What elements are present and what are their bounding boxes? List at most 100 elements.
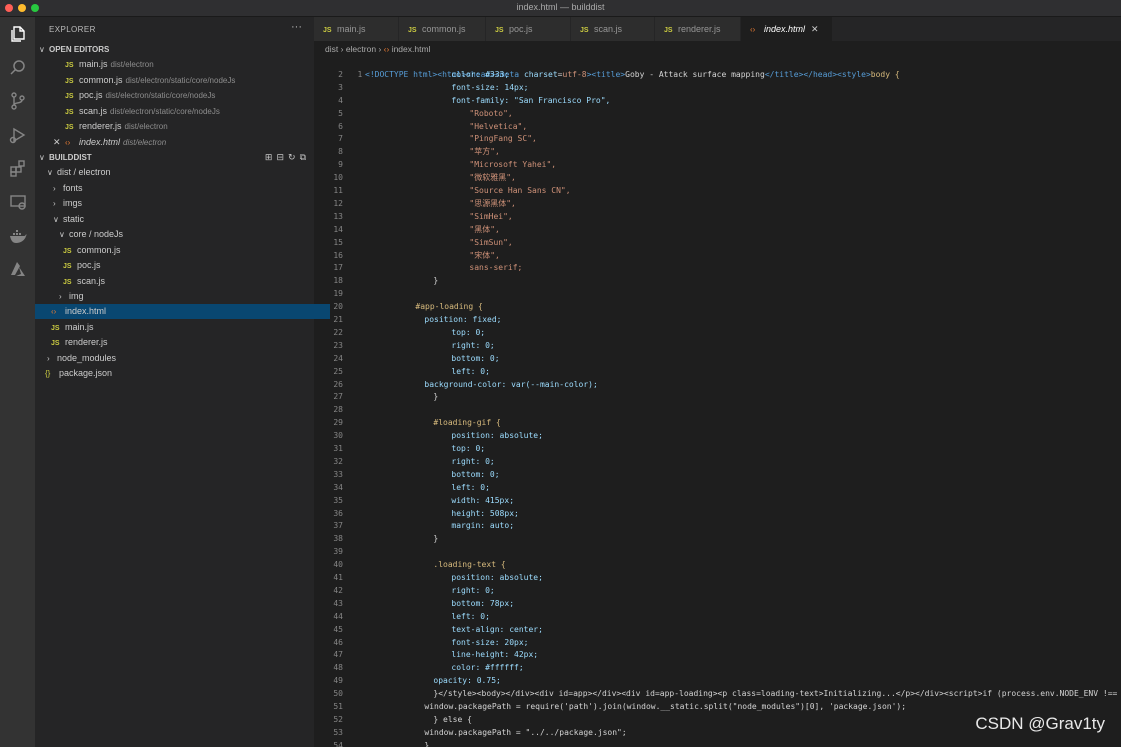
chevron-right-icon: › — [53, 184, 56, 193]
html-file-icon: ‹› — [383, 44, 390, 54]
js-file-icon: JS — [408, 27, 417, 34]
breadcrumb-item[interactable]: electron — [346, 44, 376, 54]
code-line: 43 bottom: 78px; — [333, 598, 515, 608]
tree-folder[interactable]: ∨ dist / electron — [35, 165, 326, 180]
chevron-down-icon: ∨ — [47, 168, 53, 177]
code-line: 37 margin: auto; — [333, 521, 515, 531]
chevron-right-icon: › — [47, 354, 50, 363]
code-line: 36 height: 508px; — [333, 508, 519, 518]
explorer-actions: ⊞⊟↻⧉ — [265, 150, 310, 165]
tab-poc-js[interactable]: JS poc.js — [486, 17, 571, 41]
js-file-icon: JS — [63, 248, 72, 255]
open-editor-item[interactable]: JS common.js dist/electron/static/core/nod… — [35, 73, 344, 88]
tab-scan-js[interactable]: JS scan.js — [571, 17, 655, 41]
code-line: 10 "微软雅黑", — [333, 173, 516, 183]
code-line: 14 "黑体", — [333, 224, 500, 234]
code-editor[interactable]: 1 <!DOCTYPE html><html><head><meta charse… — [314, 56, 1121, 747]
open-editor-item[interactable]: JS renderer.js dist/electron — [35, 119, 344, 134]
tree-folder[interactable]: › node_modules — [35, 351, 326, 366]
tree-folder[interactable]: ∨ core / nodeJs — [35, 227, 338, 242]
project-header[interactable]: ∨ BUILDDIST ⊞⊟↻⧉ — [35, 150, 318, 165]
new-file-icon[interactable]: ⊞ — [265, 152, 277, 162]
html-file-icon: ‹› — [51, 307, 57, 316]
open-editors-header[interactable]: ∨ OPEN EDITORS — [35, 42, 318, 57]
docker-icon[interactable] — [7, 225, 29, 247]
code-line: 51 window.packagePath = require('path').j… — [333, 702, 907, 711]
html-file-icon: ‹› — [750, 25, 756, 34]
code-line: 4 font-family: "San Francisco Pro", — [338, 95, 611, 105]
code-line: 27} — [333, 392, 439, 402]
chevron-down-icon: ∨ — [53, 215, 59, 224]
tree-file[interactable]: JS main.js — [35, 320, 330, 335]
code-line: 20 #app-loading { — [333, 302, 483, 312]
editor-tabs: JS main.js JS common.js JS poc.js JS scan.js… — [314, 17, 1121, 41]
code-line: 29 #loading-gif { — [333, 418, 501, 428]
collapse-all-icon[interactable]: ⧉ — [300, 152, 310, 162]
code-line: 13 "SimHei", — [333, 211, 513, 221]
tree-file[interactable]: JS common.js — [35, 243, 342, 258]
refresh-icon[interactable]: ↻ — [288, 152, 300, 162]
open-editor-item[interactable]: JS main.js dist/electron — [35, 57, 344, 72]
js-file-icon: JS — [323, 27, 332, 34]
close-tab-icon[interactable]: ✕ — [811, 24, 819, 34]
chevron-down-icon: ∨ — [59, 230, 65, 239]
tree-file[interactable]: {} package.json — [35, 366, 324, 381]
code-line: 7 "PingFang SC", — [338, 134, 537, 144]
code-line: 3 font-size: 14px; — [338, 82, 529, 92]
tab-common-js[interactable]: JS common.js — [399, 17, 486, 41]
js-file-icon: JS — [51, 325, 60, 332]
open-editor-item-active[interactable]: ✕ ‹› index.html dist/electron — [35, 135, 332, 150]
breadcrumb-item[interactable]: dist — [325, 44, 338, 54]
source-control-icon[interactable] — [7, 90, 29, 112]
activity-bar — [0, 17, 35, 747]
search-icon[interactable] — [7, 57, 29, 79]
open-editor-item[interactable]: JS poc.js dist/electron/static/core/nodeJs — [35, 88, 344, 103]
code-line: 1 <!DOCTYPE html><html><head><meta charse… — [357, 69, 900, 79]
code-line: 35 width: 415px; — [333, 495, 515, 505]
code-line: 34 left: 0; — [333, 482, 490, 492]
js-file-icon: JS — [51, 340, 60, 347]
code-line: 24 bottom: 0; — [333, 353, 500, 363]
tree-folder[interactable]: › fonts — [35, 181, 332, 196]
code-line: 46 font-size: 20px; — [333, 637, 529, 647]
js-file-icon: JS — [63, 263, 72, 270]
tree-folder[interactable]: › imgs — [35, 196, 332, 211]
tree-file[interactable]: JS renderer.js — [35, 335, 330, 350]
tree-file[interactable]: JS poc.js — [35, 258, 342, 273]
code-line: 18} — [333, 276, 439, 286]
tab-main-js[interactable]: JS main.js — [314, 17, 399, 41]
code-line: 11 "Source Han Sans CN", — [333, 186, 571, 195]
open-editor-item[interactable]: JS scan.js dist/electron/static/core/nodeJ… — [35, 104, 344, 119]
more-actions-icon[interactable]: ··· — [291, 21, 302, 33]
tree-file[interactable]: JS scan.js — [35, 274, 342, 289]
js-file-icon: JS — [65, 62, 74, 69]
js-file-icon: JS — [65, 78, 74, 85]
tree-file-selected[interactable]: ‹› index.html — [35, 304, 330, 319]
code-line: 49 opacity: 0.75; — [333, 676, 501, 686]
run-debug-icon[interactable] — [7, 124, 29, 146]
close-icon[interactable]: ✕ — [53, 135, 65, 150]
js-file-icon: JS — [495, 27, 504, 34]
code-line: 16 "宋体", — [333, 250, 500, 260]
breadcrumb: dist › electron › ‹› index.html — [314, 42, 1121, 56]
tab-index-html[interactable]: ‹› index.html ✕ — [741, 17, 833, 41]
chevron-down-icon: ∨ — [39, 45, 45, 54]
tab-renderer-js[interactable]: JS renderer.js — [655, 17, 741, 41]
code-line: 48 color: #ffffff; — [333, 663, 524, 673]
tree-folder[interactable]: ∨ static — [35, 212, 332, 227]
breadcrumb-item[interactable]: index.html — [392, 44, 431, 54]
chevron-right-icon: › — [59, 292, 62, 301]
tree-folder[interactable]: › img — [35, 289, 338, 304]
chevron-right-icon: › — [53, 199, 56, 208]
code-line: 5 "Roboto", — [338, 108, 513, 118]
remote-explorer-icon[interactable] — [7, 191, 29, 213]
new-folder-icon[interactable]: ⊟ — [276, 152, 288, 162]
code-line: 45 text-align: center; — [333, 624, 543, 634]
extensions-icon[interactable] — [7, 158, 29, 180]
azure-icon[interactable] — [7, 258, 29, 280]
code-line: 22 top: 0; — [333, 327, 486, 337]
files-icon[interactable] — [7, 23, 29, 45]
code-line: 21 position: fixed; — [333, 315, 502, 324]
code-line: 17 sans-serif; — [333, 263, 523, 273]
js-file-icon: JS — [664, 27, 673, 34]
